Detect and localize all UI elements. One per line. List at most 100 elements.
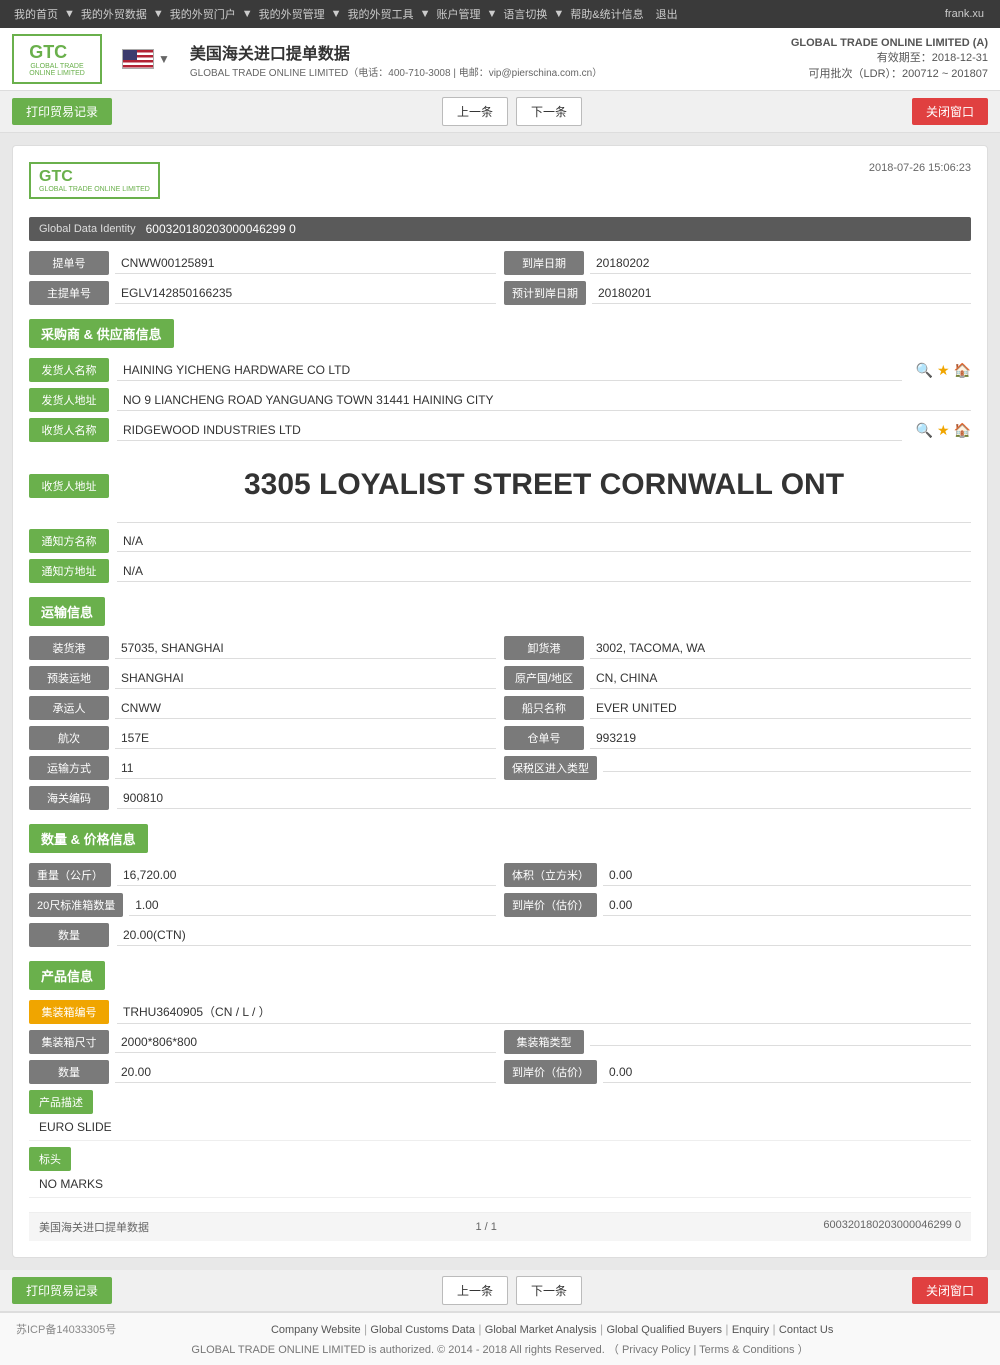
logo-gtc: GTC bbox=[29, 42, 85, 63]
unload-port-label: 卸货港 bbox=[504, 636, 584, 660]
flag-area: ▼ bbox=[122, 49, 170, 69]
pagination: 1 / 1 bbox=[475, 1219, 496, 1235]
voyage-value: 157E bbox=[115, 728, 496, 749]
shipper-addr-value: NO 9 LIANCHENG ROAD YANGUANG TOWN 31441 … bbox=[117, 390, 971, 411]
notify-addr-value: N/A bbox=[117, 561, 971, 582]
unload-port-pair: 卸货港 3002, TACOMA, WA bbox=[504, 636, 971, 660]
page-info: 1 / 1 bbox=[475, 1221, 496, 1233]
quantity-section-header: 数量 & 价格信息 bbox=[29, 824, 148, 853]
next-button-bottom[interactable]: 下一条 bbox=[516, 1276, 582, 1305]
star-icon-2[interactable]: ★ bbox=[937, 422, 950, 439]
marks-block: 标头 NO MARKS bbox=[29, 1147, 971, 1198]
copyright-text: GLOBAL TRADE ONLINE LIMITED is authorize… bbox=[16, 1341, 984, 1357]
origin-pair: 原产国/地区 CN, CHINA bbox=[504, 666, 971, 690]
consignee-name-label: 收货人名称 bbox=[29, 418, 109, 442]
nav-language[interactable]: 语言切换 bbox=[497, 6, 553, 22]
footer-link-contact[interactable]: Contact Us bbox=[779, 1324, 833, 1336]
container-size-pair: 集装箱尺寸 2000*806*800 bbox=[29, 1030, 496, 1054]
user-display: frank.xu bbox=[945, 8, 992, 20]
container-type-value bbox=[590, 1039, 971, 1046]
load-place-pair: 预装运地 SHANGHAI bbox=[29, 666, 496, 690]
nav-logout[interactable]: 退出 bbox=[650, 6, 684, 22]
nav-data[interactable]: 我的外贸数据 bbox=[75, 6, 153, 22]
qty-label: 数量 bbox=[29, 923, 109, 947]
nav-help[interactable]: 帮助&统计信息 bbox=[564, 6, 649, 22]
bottom-toolbar: 打印贸易记录 上一条 下一条 关闭窗口 bbox=[0, 1270, 1000, 1312]
prod-price-value: 0.00 bbox=[603, 1062, 971, 1083]
qty-row: 数量 20.00(CTN) bbox=[29, 923, 971, 947]
voyage-label: 航次 bbox=[29, 726, 109, 750]
shipper-icons: 🔍 ★ 🏠 bbox=[916, 362, 971, 379]
card-logo: GTC GLOBAL TRADE ONLINE LIMITED bbox=[29, 162, 160, 199]
origin-country-label: 原产国/地区 bbox=[504, 666, 584, 690]
star-icon[interactable]: ★ bbox=[937, 362, 950, 379]
prev-button-bottom[interactable]: 上一条 bbox=[442, 1276, 508, 1305]
container-no-pair: 仓单号 993219 bbox=[504, 726, 971, 750]
product-section: 产品信息 集装箱编号 TRHU3640905（CN / L / ） 集装箱尺寸 … bbox=[29, 961, 971, 1198]
site-footer: 苏ICP备14033305号 Company Website | Global … bbox=[0, 1312, 1000, 1365]
footer-link-buyers[interactable]: Global Qualified Buyers bbox=[606, 1324, 722, 1336]
us-flag bbox=[122, 49, 154, 69]
prev-button[interactable]: 上一条 bbox=[442, 97, 508, 126]
transport-mode-pair: 运输方式 11 bbox=[29, 756, 496, 780]
search-icon[interactable]: 🔍 bbox=[916, 362, 933, 379]
home-icon-2[interactable]: 🏠 bbox=[954, 422, 971, 439]
bill-arrive-row: 提单号 CNWW00125891 到岸日期 20180202 bbox=[29, 251, 971, 275]
valid-until: 有效期至：2018-12-31 bbox=[791, 49, 988, 65]
nav-home[interactable]: 我的首页 bbox=[8, 6, 64, 22]
load-port-value: 57035, SHANGHAI bbox=[115, 638, 496, 659]
close-button[interactable]: 关闭窗口 bbox=[912, 98, 988, 125]
main-content: GTC GLOBAL TRADE ONLINE LIMITED 2018-07-… bbox=[0, 133, 1000, 1270]
shipper-name-row: 发货人名称 HAINING YICHENG HARDWARE CO LTD 🔍 … bbox=[29, 358, 971, 382]
load-place-label: 预装运地 bbox=[29, 666, 109, 690]
timestamp: 2018-07-26 15:06:23 bbox=[869, 162, 971, 174]
search-icon-2[interactable]: 🔍 bbox=[916, 422, 933, 439]
notify-name-value: N/A bbox=[117, 531, 971, 552]
footer-link-enquiry[interactable]: Enquiry bbox=[732, 1324, 769, 1336]
footer-link-market[interactable]: Global Market Analysis bbox=[485, 1324, 597, 1336]
ftz-type-value bbox=[603, 765, 971, 772]
voyage-container-row: 航次 157E 仓单号 993219 bbox=[29, 726, 971, 750]
consignee-icons: 🔍 ★ 🏠 bbox=[916, 422, 971, 439]
product-desc-value: EURO SLIDE bbox=[29, 1114, 971, 1141]
transport-mode-value: 11 bbox=[115, 758, 496, 779]
footer-link-company[interactable]: Company Website bbox=[271, 1324, 361, 1336]
identity-row: Global Data Identity 6003201802030000462… bbox=[29, 217, 971, 241]
load-port-pair: 装货港 57035, SHANGHAI bbox=[29, 636, 496, 660]
footer-link-customs[interactable]: Global Customs Data bbox=[370, 1324, 475, 1336]
icp-text: 苏ICP备14033305号 bbox=[16, 1321, 116, 1337]
nav-account[interactable]: 账户管理 bbox=[430, 6, 486, 22]
identity-label: Global Data Identity bbox=[39, 223, 136, 235]
consignee-addr-value: 3305 LOYALIST STREET CORNWALL ONT bbox=[244, 468, 844, 501]
container-no-label-p: 集装箱编号 bbox=[29, 1000, 109, 1024]
carrier-pair: 承运人 CNWW bbox=[29, 696, 496, 720]
page-title-area: 美国海关进口提单数据 GLOBAL TRADE ONLINE LIMITED（电… bbox=[190, 40, 602, 79]
volume-value: 0.00 bbox=[603, 865, 971, 886]
vessel-value: EVER UNITED bbox=[590, 698, 971, 719]
next-button[interactable]: 下一条 bbox=[516, 97, 582, 126]
detail-card: GTC GLOBAL TRADE ONLINE LIMITED 2018-07-… bbox=[12, 145, 988, 1258]
unload-port-value: 3002, TACOMA, WA bbox=[590, 638, 971, 659]
container-no-label: 仓单号 bbox=[504, 726, 584, 750]
arrive-date-label: 到岸日期 bbox=[504, 251, 584, 275]
nav-tools[interactable]: 我的外贸工具 bbox=[342, 6, 420, 22]
close-button-bottom[interactable]: 关闭窗口 bbox=[912, 1277, 988, 1304]
home-icon[interactable]: 🏠 bbox=[954, 362, 971, 379]
prod-price-pair: 到岸价（估价） 0.00 bbox=[504, 1060, 971, 1084]
container20-label: 20尺标准箱数量 bbox=[29, 893, 123, 917]
weight-label: 重量（公斤） bbox=[29, 863, 111, 887]
nav-portal[interactable]: 我的外贸门户 bbox=[164, 6, 242, 22]
vessel-pair: 船只名称 EVER UNITED bbox=[504, 696, 971, 720]
master-pair: 主提单号 EGLV142850166235 bbox=[29, 281, 496, 305]
ftz-pair: 保税区进入类型 bbox=[504, 756, 971, 780]
prod-qty-price-row: 数量 20.00 到岸价（估价） 0.00 bbox=[29, 1060, 971, 1084]
page-title: 美国海关进口提单数据 bbox=[190, 40, 602, 64]
nav-manage[interactable]: 我的外贸管理 bbox=[253, 6, 331, 22]
arrive-pair: 到岸日期 20180202 bbox=[504, 251, 971, 275]
carrier-label: 承运人 bbox=[29, 696, 109, 720]
notify-name-label: 通知方名称 bbox=[29, 529, 109, 553]
print-button[interactable]: 打印贸易记录 bbox=[12, 98, 112, 125]
print-button-bottom[interactable]: 打印贸易记录 bbox=[12, 1277, 112, 1304]
customs-value: 900810 bbox=[117, 788, 971, 809]
flag-dropdown[interactable]: ▼ bbox=[158, 52, 170, 66]
